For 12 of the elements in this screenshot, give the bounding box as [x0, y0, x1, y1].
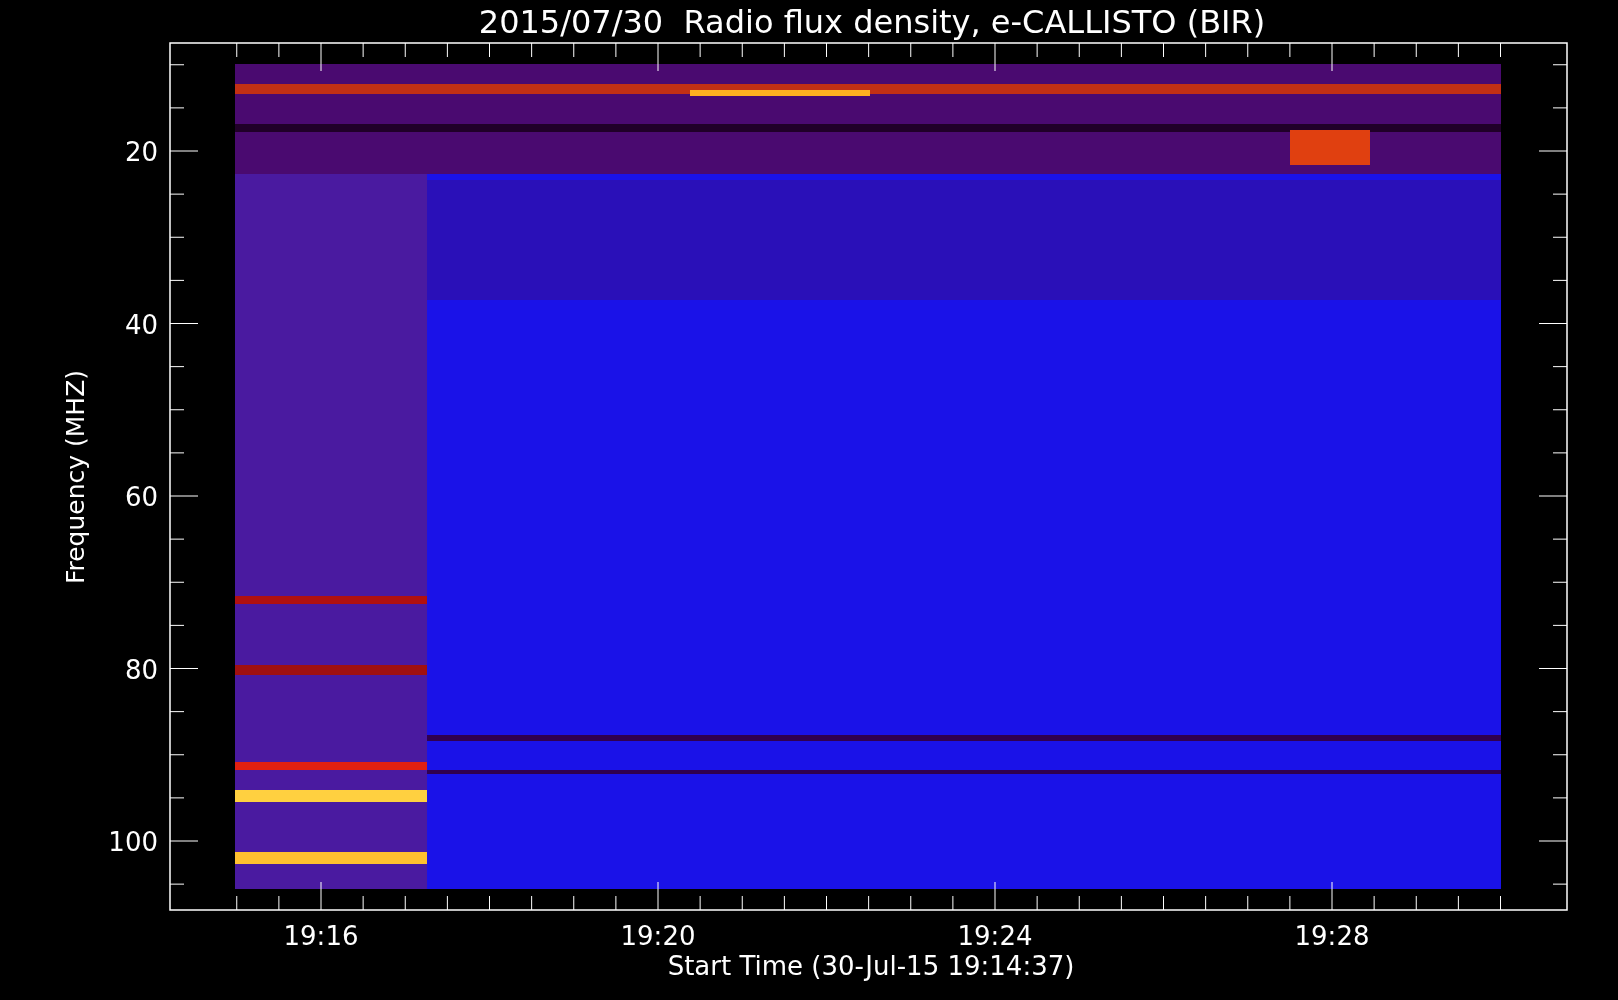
tick-label: 19:20 — [620, 921, 696, 951]
tick-label: 20 — [124, 137, 158, 167]
tick-label: 19:16 — [283, 921, 359, 951]
tick-label: 19:24 — [957, 921, 1033, 951]
tick-label: 80 — [124, 654, 158, 685]
chart-title: 2015/07/30 Radio flux density, e-CALLISTO (BIR) — [478, 3, 1266, 41]
tick-label: 100 — [108, 827, 158, 857]
tick-label: 40 — [124, 309, 158, 340]
tick-label: 60 — [124, 482, 158, 512]
axis-label: Start Time (30-Jul-15 19:14:37) — [667, 951, 1075, 981]
axis-label: Frequency (MHZ) — [61, 369, 90, 585]
tick-label: 19:28 — [1294, 921, 1370, 951]
